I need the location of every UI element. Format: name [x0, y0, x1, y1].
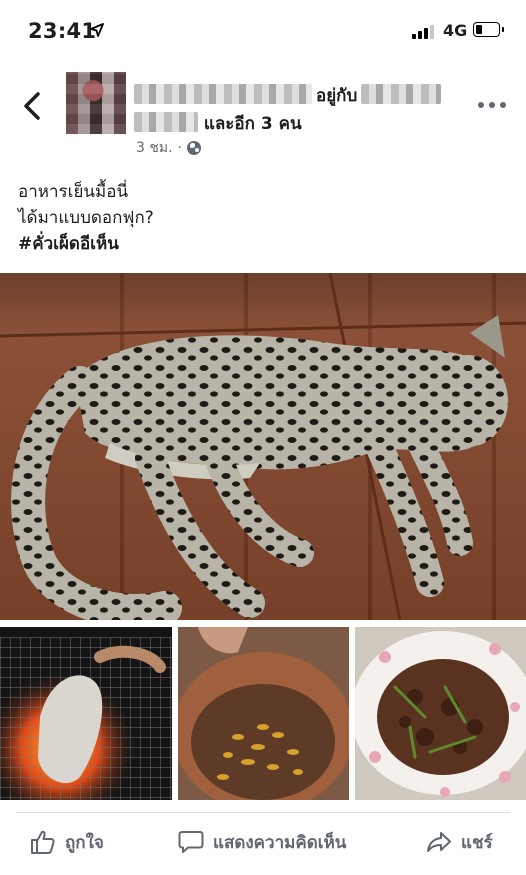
network-type: 4G [443, 21, 468, 40]
share-arrow-icon [427, 832, 451, 852]
leopard-cat-photo [0, 273, 526, 620]
comment-button[interactable]: แสดงความคิดเห็น [178, 826, 346, 858]
stir-fry-plate-photo [355, 627, 526, 800]
status-bar: 23:41 4G [0, 0, 526, 62]
post-hashtag[interactable]: #คั่วเผ็ดอีเห็น [18, 231, 154, 257]
share-label: แชร์ [461, 832, 493, 853]
spice-paste-photo [178, 627, 349, 800]
like-label: ถูกใจ [65, 832, 104, 853]
author-name-redacted[interactable] [134, 84, 312, 104]
post-author-line: อยู่กับ [134, 82, 442, 109]
post-text-line-1: อาหารเย็นมื้อนี่ [18, 182, 129, 202]
more-options-button[interactable] [478, 100, 508, 112]
author-avatar[interactable] [66, 72, 126, 134]
meta-separator: · [177, 140, 182, 156]
share-button[interactable]: แชร์ [426, 826, 493, 858]
action-divider [16, 812, 510, 813]
thumbs-up-icon [31, 830, 55, 854]
back-button[interactable] [16, 88, 50, 124]
post-photo-grill[interactable] [0, 627, 172, 800]
with-text: อยู่กับ [316, 86, 358, 106]
post-photo-mortar[interactable] [178, 627, 349, 800]
comment-bubble-icon [178, 831, 204, 853]
battery-icon [473, 22, 504, 37]
like-button[interactable]: ถูกใจ [30, 826, 104, 858]
post-meta: 3 ชม. · [136, 137, 201, 159]
tagged-friend-2-redacted[interactable] [134, 112, 198, 132]
post-text-line-2: ได้มาแบบดอกฟุก? [18, 208, 154, 228]
post-photo-main[interactable] [0, 273, 526, 620]
battery-level [476, 25, 482, 34]
comment-label: แสดงความคิดเห็น [213, 832, 347, 853]
grilling-photo [0, 627, 172, 800]
post-author-line-2: และอีก 3 คน [134, 110, 302, 137]
post-text: อาหารเย็นมื้อนี่ ได้มาแบบดอกฟุก? #คั่วเผ… [18, 179, 154, 257]
status-time: 23:41 [28, 19, 97, 43]
tagged-friend-redacted[interactable] [361, 84, 442, 104]
post-timestamp[interactable]: 3 ชม. [136, 137, 173, 159]
location-arrow-icon [90, 23, 104, 37]
globe-icon [187, 141, 201, 155]
and-others-link[interactable]: และอีก 3 คน [204, 114, 302, 134]
signal-strength-icon [412, 25, 438, 39]
post-photo-stirfry[interactable] [355, 627, 526, 800]
